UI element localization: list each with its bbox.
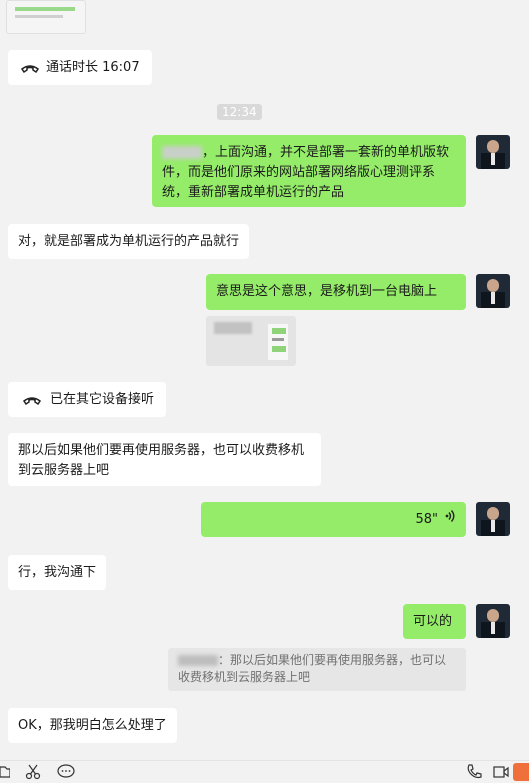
message-text: 意思是这个意思，是移机到一台电脑上	[216, 284, 438, 299]
chat-bubble-icon[interactable]	[57, 764, 75, 783]
quoted-text: ：那以后如果他们要再使用服务器，也可以收费移机到云服务器上吧	[178, 653, 447, 684]
image-thumbnail[interactable]	[206, 316, 296, 366]
message-other-1[interactable]: 对，就是部署成为单机运行的产品就行	[8, 224, 250, 259]
answered-elsewhere-text: 已在其它设备接听	[50, 391, 155, 407]
folder-icon[interactable]	[0, 764, 11, 781]
voice-duration: 58"	[415, 511, 438, 527]
avatar-self[interactable]	[476, 274, 510, 308]
message-text: 那以后如果他们要再使用服务器，也可以收费移机到云服务器上吧	[18, 443, 305, 478]
call-duration-text: 通话时长 16:07	[46, 59, 140, 75]
redacted-name	[178, 655, 218, 666]
message-text: 行，我沟通下	[18, 565, 97, 580]
input-toolbar	[0, 760, 529, 783]
message-text: 对，就是部署成为单机运行的产品就行	[18, 234, 240, 249]
message-self-1[interactable]: ，上面沟通，并不是部署一套新的单机版软件，而是他们原来的网站部署网络版心理测评系…	[152, 135, 466, 207]
message-other-3[interactable]: 行，我沟通下	[8, 555, 107, 590]
quoted-message[interactable]: ：那以后如果他们要再使用服务器，也可以收费移机到云服务器上吧	[168, 648, 466, 691]
answered-elsewhere-message[interactable]: 已在其它设备接听	[8, 382, 167, 417]
phone-hangup-icon	[20, 61, 40, 81]
message-other-2[interactable]: 那以后如果他们要再使用服务器，也可以收费移机到云服务器上吧	[8, 433, 321, 486]
image-thumbnail-top[interactable]	[6, 0, 86, 34]
timestamp: 12:34	[217, 104, 262, 120]
message-self-3[interactable]: 可以的	[403, 604, 466, 639]
message-self-2[interactable]: 意思是这个意思，是移机到一台电脑上	[206, 274, 466, 310]
redacted-name	[162, 146, 202, 159]
video-icon[interactable]	[493, 764, 509, 783]
phone-icon[interactable]	[466, 764, 482, 783]
voice-message[interactable]: 58"	[201, 502, 466, 537]
call-duration-message[interactable]: 通话时长 16:07	[8, 50, 152, 85]
message-text: OK，那我明白怎么处理了	[18, 718, 167, 733]
orange-app-icon[interactable]	[513, 763, 529, 781]
message-text: ，上面沟通，并不是部署一套新的单机版软件，而是他们原来的网站部署网络版心理测评系…	[162, 145, 450, 200]
message-other-4[interactable]: OK，那我明白怎么处理了	[8, 708, 177, 743]
phone-hangup-icon	[22, 393, 42, 413]
avatar-self[interactable]	[476, 502, 510, 536]
scissors-icon[interactable]	[25, 764, 41, 783]
voice-wave-icon	[444, 509, 456, 530]
avatar-self[interactable]	[476, 604, 510, 638]
avatar-self[interactable]	[476, 135, 510, 169]
message-text: 可以的	[413, 614, 453, 629]
